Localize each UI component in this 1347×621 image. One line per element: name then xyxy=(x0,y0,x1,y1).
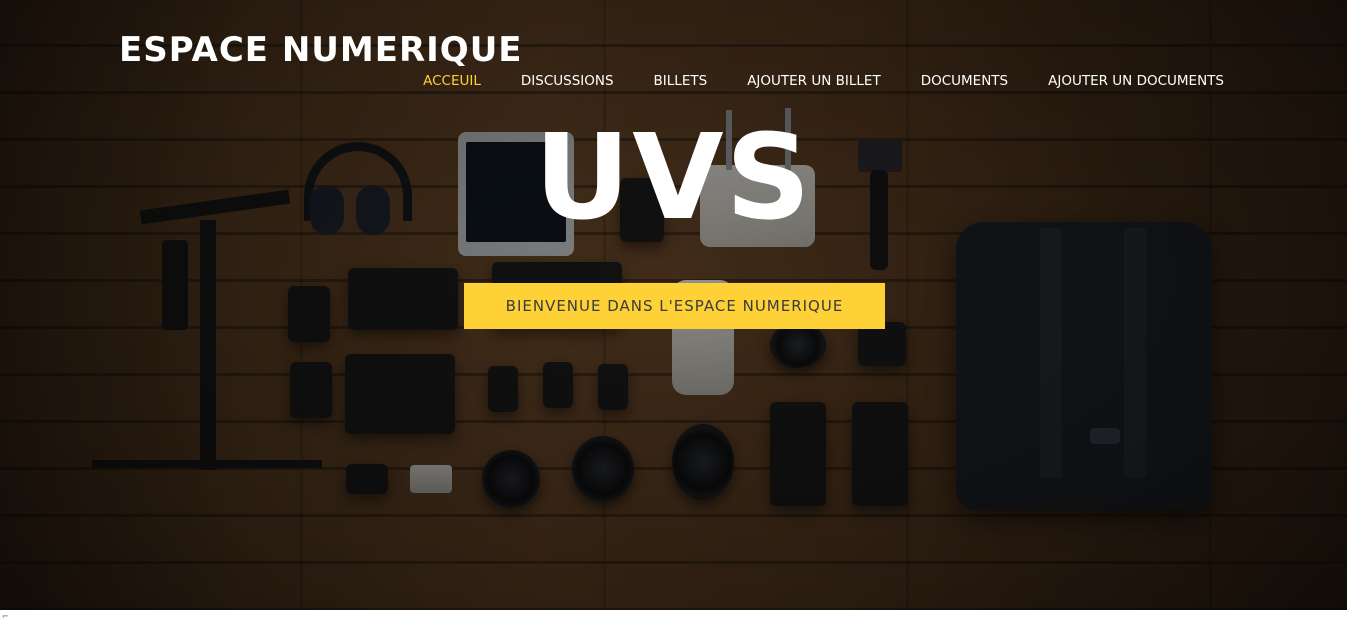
nav-link-ajouter-documents[interactable]: AJOUTER UN DOCUMENTS xyxy=(1048,73,1224,89)
nav-link-ajouter-billet[interactable]: AJOUTER UN BILLET xyxy=(747,73,881,89)
nav-item-acceuil: ACCEUIL xyxy=(423,72,481,90)
nav-link-billets[interactable]: BILLETS xyxy=(654,73,708,89)
site-title[interactable]: ESPACE NUMERIQUE xyxy=(119,30,523,70)
nav-item-ajouter-documents: AJOUTER UN DOCUMENTS xyxy=(1048,72,1224,90)
nav-link-discussions[interactable]: DISCUSSIONS xyxy=(521,73,614,89)
nav-item-billets: BILLETS xyxy=(654,72,708,90)
nav-link-acceuil[interactable]: ACCEUIL xyxy=(423,73,481,89)
nav-link-documents[interactable]: DOCUMENTS xyxy=(921,73,1008,89)
welcome-button[interactable]: BIENVENUE DANS L'ESPACE NUMERIQUE xyxy=(464,283,885,329)
hero-heading: UVS xyxy=(534,108,813,246)
hero-section: ESPACE NUMERIQUE ACCEUIL DISCUSSIONS BIL… xyxy=(0,0,1347,610)
cursor-mark-icon: ⌐ xyxy=(2,612,9,621)
main-nav: ACCEUIL DISCUSSIONS BILLETS AJOUTER UN B… xyxy=(423,72,1224,90)
nav-item-documents: DOCUMENTS xyxy=(921,72,1008,90)
nav-item-ajouter-billet: AJOUTER UN BILLET xyxy=(747,72,881,90)
nav-item-discussions: DISCUSSIONS xyxy=(521,72,614,90)
